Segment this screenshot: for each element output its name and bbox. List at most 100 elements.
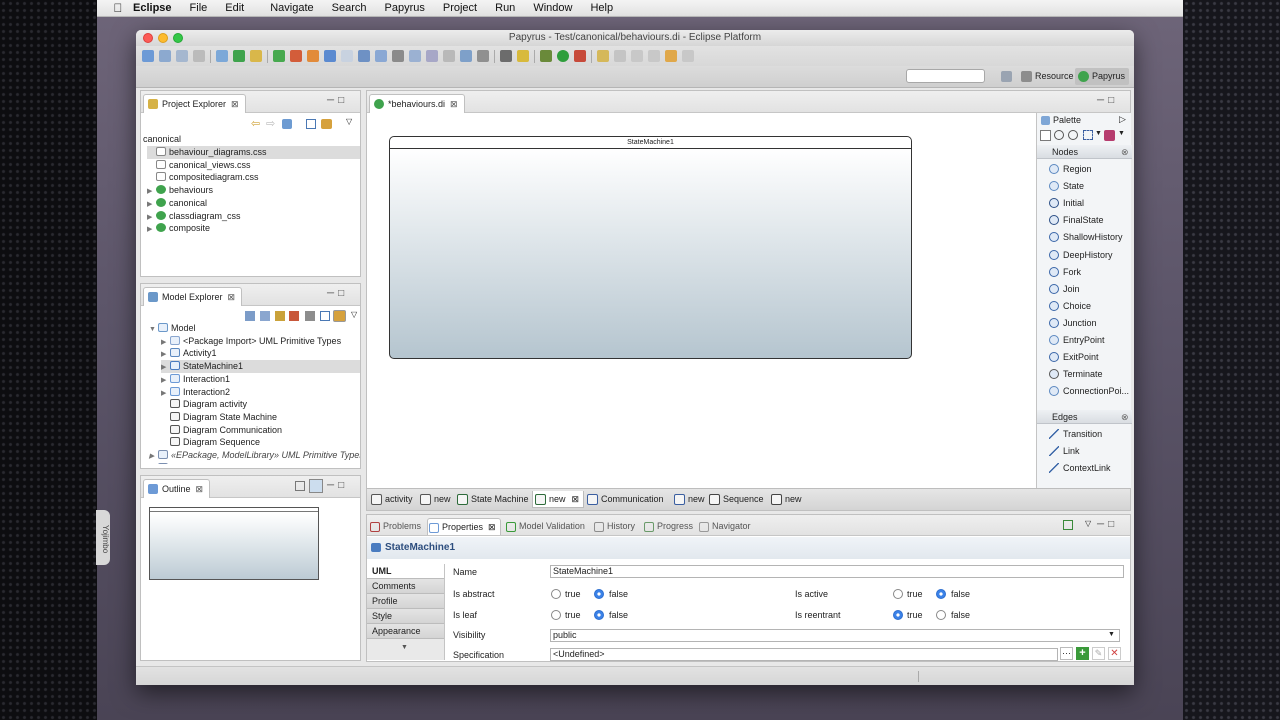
minimize-maximize-icons[interactable]: ─□ — [327, 288, 348, 299]
zoom-window-icon[interactable] — [173, 33, 183, 43]
is-abstract-true-radio[interactable] — [551, 589, 561, 599]
link-icon[interactable] — [273, 50, 285, 62]
outline-overview-icon[interactable] — [309, 479, 323, 493]
outline-thumbnail[interactable] — [149, 507, 319, 580]
expand-arrow-icon[interactable]: ▶ — [147, 223, 156, 236]
palette-node-finalstate[interactable]: FinalState — [1049, 212, 1104, 228]
collapse-all-icon[interactable] — [306, 119, 316, 129]
state-machine-name[interactable]: StateMachine1 — [390, 137, 911, 149]
chevron-down-icon[interactable]: ▼ — [1108, 631, 1115, 638]
diagram-tab[interactable]: new ⊠ — [532, 491, 585, 508]
palette-expand-icon[interactable]: ▷ — [1119, 114, 1126, 125]
refresh-icon[interactable] — [216, 50, 228, 62]
diagram-tab[interactable]: new — [418, 491, 451, 508]
tab-progress[interactable]: Progress — [643, 518, 693, 535]
palette-edge-transition[interactable]: Transition — [1049, 426, 1102, 442]
tab-outline[interactable]: Outline ⊠ — [143, 479, 211, 498]
previous-annotation-icon[interactable] — [648, 50, 660, 62]
route-style-icon[interactable] — [443, 50, 455, 62]
zoom-in-icon[interactable] — [1054, 130, 1064, 140]
palette-node-junction[interactable]: Junction — [1049, 315, 1097, 331]
tab-project-explorer[interactable]: Project Explorer ⊠ — [143, 94, 246, 113]
model-tree-item[interactable]: Diagram Communication — [161, 424, 360, 437]
zoom-out-icon[interactable] — [1068, 130, 1078, 140]
project-tree-item[interactable]: ▶ canonical — [147, 197, 360, 210]
expand-icon[interactable] — [305, 311, 315, 321]
diagram-tab[interactable]: new — [769, 491, 802, 508]
side-tab-profile[interactable]: Profile — [367, 594, 444, 609]
remove-icon[interactable]: ✕ — [1108, 647, 1121, 660]
zoom-icon[interactable] — [460, 50, 472, 62]
minimize-maximize-icons[interactable]: ─□ — [1097, 95, 1118, 106]
link-with-editor-icon[interactable] — [321, 119, 332, 129]
distribute-icon[interactable] — [409, 50, 421, 62]
project-tree-item[interactable]: behaviour_diagrams.css — [147, 146, 360, 159]
next-annotation-icon[interactable] — [631, 50, 643, 62]
model-tree-item[interactable]: ▶ «EPackage, ModelLibrary» UML Primitive … — [149, 449, 360, 462]
marquee-tool-icon[interactable] — [1083, 130, 1093, 140]
select-icon[interactable] — [341, 50, 353, 62]
side-tab-comments[interactable]: Comments — [367, 579, 444, 594]
close-icon[interactable]: ⊠ — [488, 522, 496, 532]
name-field[interactable]: StateMachine1 — [550, 565, 1124, 578]
model-tree-item[interactable]: ▶ Interaction1 — [161, 373, 360, 386]
select-tool-icon[interactable] — [1040, 130, 1051, 141]
customize-icon[interactable] — [275, 311, 285, 321]
model-tree-item[interactable]: Diagram Sequence — [161, 436, 360, 449]
minimize-maximize-icons[interactable]: ─□ — [1097, 519, 1118, 530]
palette-edges-drawer[interactable]: Edges ⊗ — [1037, 410, 1132, 424]
view-menu-icon[interactable]: ▽ — [1085, 519, 1091, 528]
minimize-maximize-icons[interactable]: ─□ — [327, 480, 348, 491]
tab-model-validation[interactable]: Model Validation — [505, 518, 585, 535]
project-tree-item[interactable]: canonical_views.css — [147, 159, 360, 172]
run-icon[interactable] — [557, 50, 569, 62]
close-icon[interactable]: ⊠ — [572, 494, 580, 504]
model-tree-item[interactable]: ▼ Model — [149, 322, 360, 335]
stereotype-tool-icon[interactable] — [1104, 130, 1115, 141]
is-reentrant-false-radio[interactable] — [936, 610, 946, 620]
collapse-all-icon[interactable] — [320, 311, 330, 321]
quick-access-input[interactable] — [906, 69, 985, 83]
menu-search[interactable]: Search — [332, 2, 367, 14]
project-tree-item[interactable]: compositediagram.css — [147, 171, 360, 184]
tab-properties[interactable]: Properties ⊠ — [427, 518, 501, 535]
tab-model-explorer[interactable]: Model Explorer ⊠ — [143, 287, 243, 306]
arrange-icon[interactable] — [375, 50, 387, 62]
project-tree-item[interactable]: ▶ behaviours — [147, 184, 360, 197]
diagram-tab[interactable]: new — [672, 491, 705, 508]
tab-problems[interactable]: Problems — [369, 518, 421, 535]
delete-icon[interactable] — [290, 50, 302, 62]
edit-icon[interactable] — [289, 311, 299, 321]
debug-icon[interactable] — [540, 50, 552, 62]
palette-node-choice[interactable]: Choice — [1049, 298, 1091, 314]
project-tree-item[interactable]: ▶ composite — [147, 222, 360, 235]
close-icon[interactable]: ⊠ — [231, 99, 239, 109]
visibility-select[interactable]: public — [550, 629, 1120, 642]
run-external-icon[interactable] — [574, 50, 586, 62]
folder-icon[interactable] — [517, 50, 529, 62]
menu-window[interactable]: Window — [533, 2, 572, 14]
pin-view-icon[interactable] — [1063, 520, 1073, 530]
minimize-maximize-icons[interactable]: ─□ — [327, 95, 348, 106]
specification-field[interactable]: <Undefined> — [550, 648, 1058, 661]
palette-edge-link[interactable]: Link — [1049, 443, 1080, 459]
open-perspective-button[interactable] — [998, 68, 1016, 85]
palette-node-shallowhistory[interactable]: ShallowHistory — [1049, 229, 1123, 245]
edit-icon[interactable] — [597, 50, 609, 62]
dropdown-icon[interactable]: ▼ — [1095, 130, 1102, 137]
model-tree-item[interactable]: Diagram State Machine — [161, 411, 360, 424]
menu-help[interactable]: Help — [590, 2, 613, 14]
side-tab-uml[interactable]: UML — [367, 564, 444, 579]
new-icon[interactable] — [142, 50, 154, 62]
outline-tree-icon[interactable] — [295, 481, 305, 491]
forward-icon[interactable]: ⇨ — [266, 117, 275, 130]
format-icon[interactable] — [426, 50, 438, 62]
tab-behaviours-di[interactable]: *behaviours.di ⊠ — [369, 94, 465, 113]
link-with-editor-icon[interactable] — [333, 310, 346, 322]
print-icon[interactable] — [193, 50, 205, 62]
scroll-down-icon[interactable]: ▼ — [401, 644, 408, 651]
view-menu-icon[interactable]: ▽ — [346, 117, 352, 126]
model-tree-item[interactable]: ▶ <Package Import> UML Primitive Types — [161, 335, 360, 348]
palette-edge-contextlink[interactable]: ContextLink — [1049, 460, 1111, 476]
drawer-collapse-icon[interactable]: ⊗ — [1121, 410, 1129, 424]
